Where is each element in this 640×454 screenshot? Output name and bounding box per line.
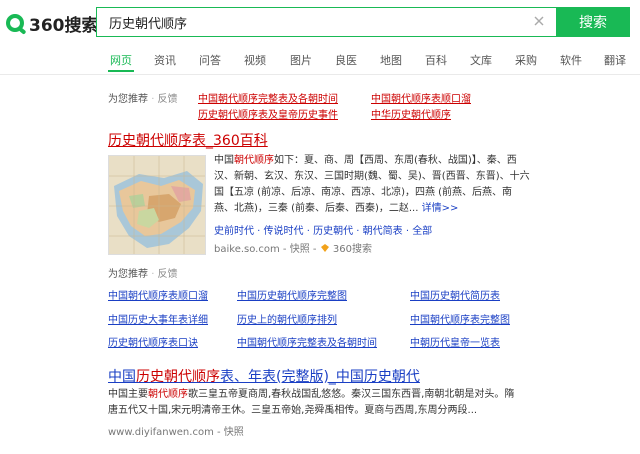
sub-link[interactable]: 传说时代 xyxy=(264,226,304,237)
sub-link[interactable]: 史前时代 xyxy=(214,226,254,237)
recommend-mid-header: 为您推荐 · 反馈 xyxy=(108,269,178,280)
recommend-top-header: 为您推荐 · 反馈 xyxy=(108,94,178,105)
tab-images[interactable]: 图片 xyxy=(290,52,312,68)
recommend-link[interactable]: 中国朝代顺序完整表及各朝时间 xyxy=(198,90,338,105)
tab-video[interactable]: 视频 xyxy=(244,52,266,68)
feedback-link[interactable]: 反馈 xyxy=(158,269,178,280)
recommend-link[interactable]: 中国朝代顺序完整表及各朝时间 xyxy=(237,334,377,349)
result-title-prefix: 历史朝代顺序表 xyxy=(108,133,206,149)
sub-link[interactable]: 全部 xyxy=(412,226,432,237)
sub-link[interactable]: 历史朝代 xyxy=(313,226,353,237)
recommend-link[interactable]: 历史朝代顺序表口诀 xyxy=(108,334,198,349)
recommend-link[interactable]: 中国朝代顺序表顺口溜 xyxy=(371,90,471,105)
recommend-link[interactable]: 中国历史朝代顺序完整图 xyxy=(237,287,347,302)
result-url: baike.so.com xyxy=(214,244,280,255)
tab-software[interactable]: 软件 xyxy=(560,52,582,68)
result-snippet: 中国朝代顺序如下：夏、商、周【西周、东周(春秋、战国)】、秦、西 汉、新朝、玄汉… xyxy=(214,155,530,214)
tab-map[interactable]: 地图 xyxy=(380,52,402,68)
recommend-link[interactable]: 中华历史朝代顺序 xyxy=(371,106,451,121)
result-sub-links: 史前时代 · 传说时代 · 历史朝代 · 朝代简表 · 全部 xyxy=(214,226,433,237)
source-badge: 360搜索 xyxy=(332,244,372,255)
vertical-tabs: 网页 资讯 问答 视频 图片 良医 地图 百科 文库 采购 软件 翻译 xyxy=(0,50,640,75)
recommend-label: 为您推荐 xyxy=(108,269,148,280)
tab-qa[interactable]: 问答 xyxy=(199,52,221,68)
recommend-link[interactable]: 历史上的朝代顺序排列 xyxy=(237,311,337,326)
tab-translate[interactable]: 翻译 xyxy=(604,52,626,68)
logo-text: 360搜索 xyxy=(29,15,99,36)
logo-icon xyxy=(6,14,24,32)
tab-news[interactable]: 资讯 xyxy=(154,52,176,68)
result-title[interactable]: 历史朝代顺序表_360百科 xyxy=(108,130,268,150)
recommend-link[interactable]: 中国朝代顺序表顺口溜 xyxy=(108,287,208,302)
search-box xyxy=(96,7,556,37)
search-input[interactable] xyxy=(109,8,529,36)
result-url: www.diyifanwen.com xyxy=(108,427,214,438)
sub-link[interactable]: 朝代简表 xyxy=(363,226,403,237)
tab-doctor[interactable]: 良医 xyxy=(335,52,357,68)
result-meta: www.diyifanwen.com - 快照 xyxy=(108,427,244,438)
snapshot-link[interactable]: 快照 xyxy=(290,244,310,255)
tab-baike[interactable]: 百科 xyxy=(425,52,447,68)
tab-wenku[interactable]: 文库 xyxy=(470,52,492,68)
recommend-link[interactable]: 中国朝代顺序表完整图 xyxy=(410,311,510,326)
active-tab-indicator xyxy=(108,70,134,72)
search-button[interactable]: 搜索 xyxy=(556,7,630,37)
details-link[interactable]: 详情>> xyxy=(422,203,459,214)
tab-web[interactable]: 网页 xyxy=(110,52,132,68)
diamond-icon xyxy=(320,244,329,252)
snapshot-link[interactable]: 快照 xyxy=(224,427,244,438)
feedback-link[interactable]: 反馈 xyxy=(158,94,178,105)
tab-purchase[interactable]: 采购 xyxy=(515,52,537,68)
map-image xyxy=(109,156,205,254)
result-title-suffix: _360百科 xyxy=(206,133,268,149)
header: 360搜索 搜索 xyxy=(0,0,640,46)
result-snippet: 中国主要朝代顺序歌三皇五帝夏商周,春秋战国乱悠悠。秦汉三国东西晋,南朝北朝是对头… xyxy=(108,389,515,416)
recommend-link[interactable]: 中国历史朝代简历表 xyxy=(410,287,500,302)
result-thumbnail[interactable] xyxy=(108,155,206,255)
clear-icon[interactable] xyxy=(532,14,546,28)
result-meta: baike.so.com - 快照 - 360搜索 xyxy=(214,244,372,255)
recommend-link[interactable]: 中国历史大事年表详细 xyxy=(108,311,208,326)
recommend-label: 为您推荐 xyxy=(108,94,148,105)
result-title[interactable]: 中国历史朝代顺序表、年表(完整版)_中国历史朝代 xyxy=(108,366,420,386)
recommend-link[interactable]: 历史朝代顺序表及皇帝历史事件 xyxy=(198,106,338,121)
recommend-link[interactable]: 中朝历代皇帝一览表 xyxy=(410,334,500,349)
logo[interactable]: 360搜索 xyxy=(6,9,99,37)
